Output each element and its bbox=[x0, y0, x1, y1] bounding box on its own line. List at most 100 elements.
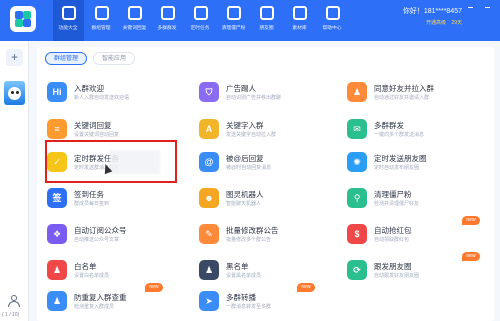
feature-title: 多群转播 bbox=[226, 293, 256, 302]
folder-icon bbox=[292, 6, 307, 20]
aperture-icon: ✺ bbox=[347, 152, 367, 172]
nav-tab-keyword-reply[interactable]: 关键词回复 bbox=[119, 0, 150, 41]
feature-item[interactable]: Hi 入群欢迎新人入群自动发送欢迎语 bbox=[47, 80, 177, 110]
nav-tab-materials[interactable]: 素材库 bbox=[284, 0, 315, 41]
feature-description: 检测重复入群成员 bbox=[74, 304, 115, 310]
nav-tab-label: 定时任务 bbox=[190, 25, 210, 31]
feature-item[interactable]: 签签到任务 群成员每日签到 bbox=[47, 186, 177, 216]
highlight-box bbox=[45, 140, 177, 183]
user-block-icon: ♟ bbox=[199, 260, 219, 280]
feature-item[interactable]: $ 自动抢红包 自动领取群红包 new bbox=[347, 216, 480, 252]
feature-title: 同意好友并拉入群 bbox=[374, 84, 434, 93]
feature-title: 定时发送朋友圈 bbox=[374, 154, 427, 163]
page-indicator: ( 1 / 10) bbox=[2, 312, 20, 318]
window-controls bbox=[468, 7, 490, 15]
minimize-icon[interactable] bbox=[468, 7, 473, 12]
feature-title: 被@后回复 bbox=[226, 154, 264, 163]
feature-description: 自动跟发好友朋友圈 bbox=[374, 273, 420, 279]
expire-badge: 29天 bbox=[451, 20, 462, 26]
feature-description: 一群消息转发至多群 bbox=[226, 304, 272, 310]
subtab-smart-apps[interactable]: 智能应用 bbox=[93, 52, 136, 65]
subtab-group-management[interactable]: 群组管理 bbox=[45, 52, 88, 65]
feature-title: 自动订阅公众号 bbox=[74, 226, 127, 235]
nav-tab-label: 多群群发 bbox=[157, 25, 177, 31]
feature-item[interactable]: ❖ 自动订阅公众号 自动推送公众号文章 bbox=[47, 222, 177, 252]
feature-item[interactable]: @ 被@后回复被@时自动回复消息 bbox=[199, 150, 329, 180]
hi-icon: Hi bbox=[47, 82, 67, 102]
feature-title: 签到任务 bbox=[74, 190, 104, 199]
nav-tab-moments[interactable]: 朋友圈 bbox=[251, 0, 282, 41]
feature-description: 定时自动发布朋友圈 bbox=[374, 165, 420, 171]
nav-tab-label: 功能大全 bbox=[58, 25, 78, 31]
app-window: 功能大全 群组管理 关键词回复 多群群发 定时任务 清理僵尸粉 朋友圈 素材库 … bbox=[0, 0, 500, 321]
feature-description: 新人入群自动发送欢迎语 bbox=[74, 95, 130, 101]
feature-description: 自动识别广告并移出群聊 bbox=[226, 95, 282, 101]
notice-icon: ✎ bbox=[199, 224, 219, 244]
main-nav: 功能大全 群组管理 关键词回复 多群群发 定时任务 清理僵尸粉 朋友圈 素材库 … bbox=[53, 0, 350, 41]
feature-description: 自动通过好友并邀请入群 bbox=[374, 95, 430, 101]
feature-item[interactable]: ☻ 图灵机器人 智能聊天机器人 bbox=[199, 186, 329, 216]
feature-description: 智能聊天机器人 bbox=[226, 201, 262, 207]
nav-tab-groups[interactable]: 群组管理 bbox=[86, 0, 117, 41]
feature-title: 跟发朋友圈 bbox=[374, 262, 412, 271]
user-area: 你好！181****8457 开通高级 29天 bbox=[398, 4, 490, 38]
app-logo-icon bbox=[10, 6, 36, 32]
feature-item[interactable]: ✎ 批量修改群公告 批量修改多个群公告 bbox=[199, 222, 329, 252]
feature-item[interactable]: ✉ 多群群发一键向多个群发送消息 bbox=[347, 117, 477, 147]
new-badge: new bbox=[462, 252, 480, 261]
robot-icon: ☻ bbox=[199, 188, 219, 208]
feature-title: 白名单 bbox=[74, 262, 97, 271]
nav-tab-cleanup[interactable]: 清理僵尸粉 bbox=[218, 0, 249, 41]
feature-item[interactable]: ⚲ 清理僵尸粉 检测并清理僵尸好友 bbox=[347, 186, 477, 216]
vip-badge[interactable]: 开通高级 bbox=[426, 20, 446, 26]
left-sidebar: + ( 1 / 10) bbox=[0, 41, 29, 321]
top-bar: 功能大全 群组管理 关键词回复 多群群发 定时任务 清理僵尸粉 朋友圈 素材库 … bbox=[0, 0, 500, 41]
feature-item[interactable]: ⟳ 跟发朋友圈自动跟发好友朋友圈 new bbox=[347, 252, 480, 288]
feature-description: 检测并清理僵尸好友 bbox=[374, 201, 420, 207]
feature-description: 发送关键字自动拉入群 bbox=[226, 132, 277, 138]
feature-item[interactable]: ♟ 同意好友并拉入群 自动通过好友并邀请入群 bbox=[347, 80, 477, 110]
nav-tab-mass-send[interactable]: 多群群发 bbox=[152, 0, 183, 41]
feature-description: 设置白名单成员 bbox=[74, 273, 110, 279]
at-icon: @ bbox=[199, 152, 219, 172]
avatar[interactable] bbox=[4, 81, 25, 105]
add-account-button[interactable]: + bbox=[6, 49, 23, 66]
nav-tab-features[interactable]: 功能大全 bbox=[53, 0, 84, 41]
nav-tab-label: 群组管理 bbox=[91, 25, 111, 31]
feature-title: 多群群发 bbox=[374, 121, 404, 130]
feature-title: 入群欢迎 bbox=[74, 84, 104, 93]
sub-tabs: 群组管理 智能应用 bbox=[45, 52, 141, 65]
text-icon bbox=[127, 6, 142, 20]
nav-tab-scheduled[interactable]: 定时任务 bbox=[185, 0, 216, 41]
repost-icon: ⟳ bbox=[347, 260, 367, 280]
nav-tab-help[interactable]: 帮助中心 bbox=[317, 0, 348, 41]
feature-description: 一键向多个群发送消息 bbox=[374, 132, 425, 138]
feature-description: 批量修改多个群公告 bbox=[226, 237, 272, 243]
close-icon[interactable] bbox=[485, 7, 490, 12]
a-icon: A bbox=[199, 119, 219, 139]
feature-item[interactable]: ⛉ 广告踢人 自动识别广告并移出群聊 bbox=[199, 80, 329, 110]
new-badge: new bbox=[297, 283, 315, 292]
feature-title: 防重复入群查重 bbox=[74, 293, 127, 302]
nav-tab-label: 关键词回复 bbox=[122, 25, 147, 31]
contacts-icon[interactable] bbox=[8, 295, 20, 307]
feature-description: 自动推送公众号文章 bbox=[74, 237, 120, 243]
feature-item[interactable]: ➤ 多群转播一群消息转发至多群 new bbox=[199, 283, 329, 319]
user-icon: ♟ bbox=[47, 260, 67, 280]
grid-icon bbox=[61, 6, 76, 20]
send-icon: ➤ bbox=[199, 291, 219, 311]
feature-description: 群成员每日签到 bbox=[74, 201, 110, 207]
user-badges: 开通高级 29天 bbox=[426, 19, 462, 26]
feature-item[interactable]: ♟ 防重复入群查重 检测重复入群成员 new bbox=[47, 283, 177, 319]
shield-icon: ⛉ bbox=[199, 82, 219, 102]
feature-item[interactable]: A 关键字入群 发送关键字自动拉入群 bbox=[199, 117, 329, 147]
nav-tab-label: 朋友圈 bbox=[259, 25, 274, 31]
feature-title: 黑名单 bbox=[226, 262, 249, 271]
user-add-icon: ♟ bbox=[347, 82, 367, 102]
message-icon bbox=[160, 6, 175, 20]
user-name[interactable]: 你好！181****8457 bbox=[403, 6, 462, 16]
feature-item[interactable]: ✺ 定时发送朋友圈 定时自动发布朋友圈 bbox=[347, 150, 477, 180]
mail-icon: ✉ bbox=[347, 119, 367, 139]
feature-description: 被@时自动回复消息 bbox=[226, 165, 272, 171]
aperture-icon bbox=[259, 6, 274, 20]
